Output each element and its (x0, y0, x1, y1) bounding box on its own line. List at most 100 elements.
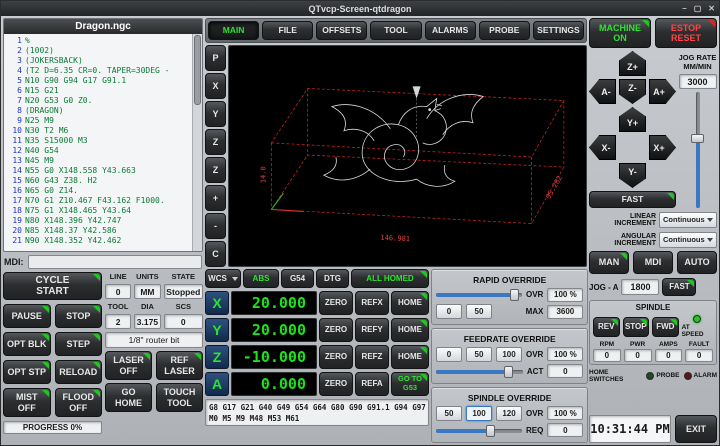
mode-button[interactable]: AUTO (677, 251, 717, 274)
gcode-line[interactable]: 9N25 M9 (5, 116, 191, 126)
spindle-override-slider[interactable] (436, 424, 522, 437)
feedrate-override-slider[interactable] (436, 365, 523, 378)
optional-block-button[interactable]: OPT BLK (3, 332, 51, 356)
tab-button[interactable]: SETTINGS (533, 21, 584, 40)
view-button[interactable]: Z (205, 129, 226, 155)
tab-button[interactable]: TOOL (370, 21, 421, 40)
ref-laser-button[interactable]: REF LASER (156, 351, 203, 380)
jog-rate-slider[interactable] (691, 92, 704, 208)
mode-button[interactable]: MAN (589, 251, 629, 274)
gcode-line[interactable]: 13N45 M9 (5, 156, 191, 166)
jog-z-minus-button[interactable]: Z- (619, 79, 646, 104)
jog-fast-button[interactable]: FAST (589, 191, 676, 208)
jog-y-plus-button[interactable]: Y+ (619, 107, 646, 132)
axis-ref-button[interactable]: REFA (355, 372, 389, 396)
exit-button[interactable]: EXIT (675, 415, 717, 443)
gcode-line[interactable]: 6N15 G21 (5, 86, 191, 96)
axis-home-button[interactable]: HOME (391, 345, 429, 369)
override-preset-button[interactable]: 120 (496, 406, 522, 421)
maximize-icon[interactable]: ▢ (694, 4, 702, 13)
axis-home-button[interactable]: HOME (391, 291, 429, 315)
axis-ref-button[interactable]: REFZ (355, 345, 389, 369)
override-preset-button[interactable]: 50 (436, 406, 462, 421)
mode-button[interactable]: MDI (633, 251, 673, 274)
close-icon[interactable]: ✕ (708, 4, 715, 13)
spindle-fwd-button[interactable]: FWD (652, 317, 679, 337)
gcode-line[interactable]: 14N55 G0 X148.558 Y43.663 (5, 166, 191, 176)
jog-x-plus-button[interactable]: X+ (649, 135, 676, 160)
axis-zero-button[interactable]: ZERO (319, 345, 353, 369)
mist-button[interactable]: MIST OFF (3, 388, 51, 417)
override-preset-button[interactable]: 0 (436, 304, 462, 319)
laser-toggle-button[interactable]: LASER OFF (105, 351, 152, 380)
jog-a-minus-button[interactable]: A- (589, 79, 616, 104)
tab-button[interactable]: FILE (262, 21, 313, 40)
dtg-button[interactable]: DTG (316, 269, 349, 288)
override-preset-button[interactable]: 100 (496, 347, 522, 362)
tab-button[interactable]: ALARMS (425, 21, 476, 40)
gcode-line[interactable]: 12N40 G54 (5, 146, 191, 156)
gcode-preview-canvas[interactable]: 146.981 95.282 14.0 (228, 45, 587, 267)
axis-select-button[interactable]: Y (205, 318, 229, 342)
override-preset-button[interactable]: 50 (466, 304, 492, 319)
gcode-line[interactable]: 2(1002) (5, 46, 191, 56)
jog-a-plus-button[interactable]: A+ (649, 79, 676, 104)
axis-zero-button[interactable]: ZERO (319, 318, 353, 342)
gcode-line[interactable]: 8(DRAGON) (5, 106, 191, 116)
gcode-line[interactable]: 3(JOKERSBACK) (5, 56, 191, 66)
gcode-line[interactable]: 5N10 G90 G94 G17 G91.1 (5, 76, 191, 86)
spindle-rev-button[interactable]: REV (593, 317, 620, 337)
jog-y-minus-button[interactable]: Y- (619, 163, 646, 188)
view-button[interactable]: C (205, 241, 226, 267)
tab-button[interactable]: OFFSETS (316, 21, 367, 40)
gcode-line[interactable]: 1% (5, 36, 191, 46)
optional-stop-button[interactable]: OPT STP (3, 360, 51, 384)
gcode-line[interactable]: 20N85 X148.37 Y42.586 (5, 226, 191, 236)
minimize-icon[interactable]: – (682, 4, 686, 13)
axis-select-button[interactable]: X (205, 291, 229, 315)
stop-button[interactable]: STOP (55, 304, 103, 328)
view-button[interactable]: Y (205, 101, 226, 127)
gcode-line[interactable]: 10N30 T2 M6 (5, 126, 191, 136)
view-button[interactable]: X (205, 73, 226, 99)
axis-zero-button[interactable]: ZERO (319, 291, 353, 315)
pause-button[interactable]: PAUSE (3, 304, 51, 328)
view-button[interactable]: Z (205, 157, 226, 183)
linear-increment-select[interactable]: Continuous (659, 212, 717, 228)
gcode-line[interactable]: 7N20 G53 G0 Z0. (5, 96, 191, 106)
gcode-line[interactable]: 15N60 G43 Z38. H2 (5, 176, 191, 186)
step-button[interactable]: STEP (55, 332, 103, 356)
gcode-line[interactable]: 4(T2 D=6.35 CR=0. TAPER=30DEG - (5, 66, 191, 76)
title-bar[interactable]: QTvcp-Screen-qtdragon – ▢ ✕ (1, 1, 719, 16)
reload-button[interactable]: RELOAD (55, 360, 103, 384)
g54-button[interactable]: G54 (281, 269, 314, 288)
axis-select-button[interactable]: Z (205, 345, 229, 369)
axis-home-button[interactable]: HOME (391, 318, 429, 342)
wcs-dropdown[interactable]: WCS (205, 269, 241, 288)
jog-a-fast-button[interactable]: FAST (662, 278, 696, 296)
view-button[interactable]: P (205, 45, 226, 71)
gcode-editor[interactable]: 1% 2(1002) 3(JOKERSBACK) 4(T2 D=6.35 CR=… (4, 34, 192, 251)
gcode-line[interactable]: 17N70 G1 Z10.467 F43.162 F1000. (5, 196, 191, 206)
override-preset-button[interactable]: 0 (436, 347, 462, 362)
cycle-start-button[interactable]: CYCLE START (3, 272, 102, 300)
gcode-line[interactable]: 16N65 G0 Z14. (5, 186, 191, 196)
mdi-input[interactable] (28, 255, 203, 269)
override-preset-button[interactable]: 50 (466, 347, 492, 362)
view-button[interactable]: - (205, 213, 226, 239)
rapid-override-slider[interactable] (436, 288, 522, 301)
touch-tool-button[interactable]: TOUCH TOOL (156, 383, 203, 412)
view-button[interactable]: + (205, 185, 226, 211)
all-homed-button[interactable]: ALL HOMED (351, 269, 429, 288)
angular-increment-select[interactable]: Continuous (659, 232, 717, 248)
jog-z-plus-button[interactable]: Z+ (619, 51, 646, 76)
tab-button[interactable]: PROBE (479, 21, 530, 40)
spindle-stop-button[interactable]: STOP (623, 317, 650, 337)
axis-ref-button[interactable]: REFY (355, 318, 389, 342)
axis-ref-button[interactable]: REFX (355, 291, 389, 315)
flood-button[interactable]: FLOOD OFF (55, 388, 103, 417)
jog-x-minus-button[interactable]: X- (589, 135, 616, 160)
gcode-line[interactable]: 21N90 X148.352 Y42.462 (5, 236, 191, 246)
gcode-line[interactable]: 18N75 G1 X148.465 Y43.64 (5, 206, 191, 216)
gcode-line[interactable]: 11N35 S15000 M3 (5, 136, 191, 146)
